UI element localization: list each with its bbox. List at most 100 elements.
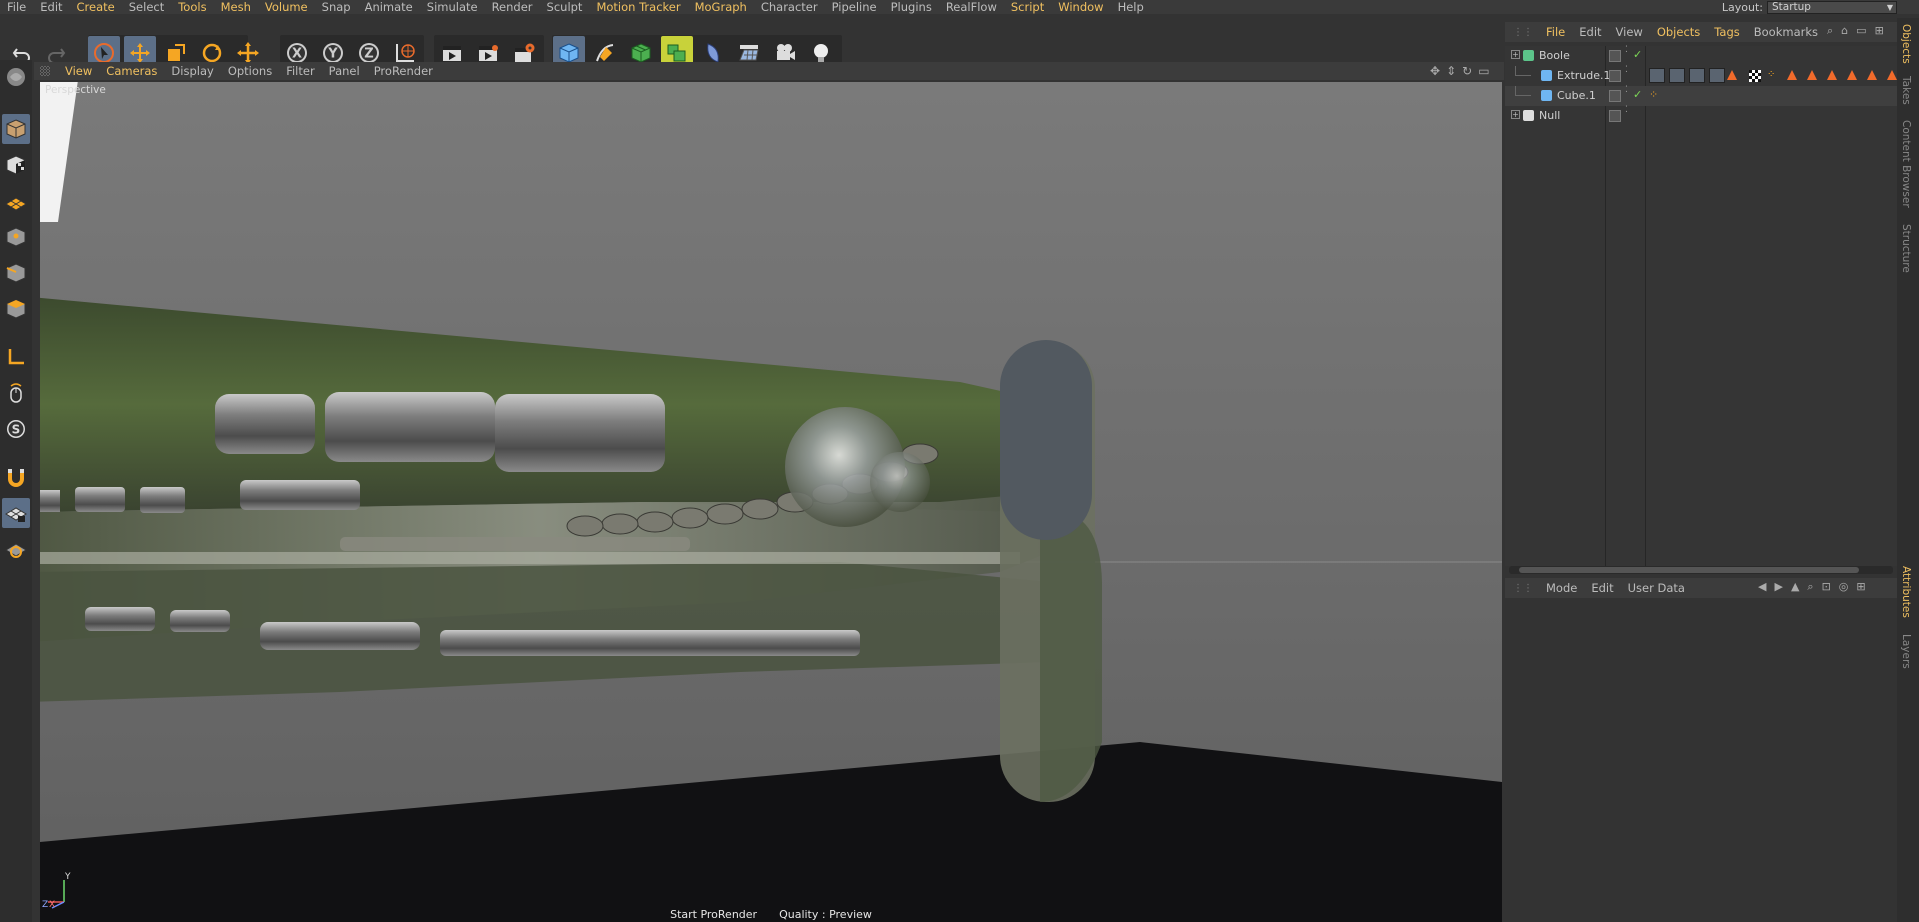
menu-script[interactable]: Script [1004, 0, 1051, 14]
layer-toggle-icon[interactable] [1609, 50, 1621, 62]
object-menu-file[interactable]: File [1539, 25, 1572, 39]
panel-grip-icon[interactable]: ⋮⋮ [1505, 27, 1539, 38]
object-menu-view[interactable]: View [1609, 25, 1650, 39]
object-row[interactable]: Extrude.1 ⁚ ⁘ [1505, 66, 1917, 86]
visibility-dots-icon[interactable]: ⁚ [1625, 66, 1628, 75]
side-tab-content-browser[interactable]: Content Browser [1900, 120, 1912, 208]
viewport-menu-display[interactable]: Display [164, 64, 220, 78]
menu-file[interactable]: File [0, 0, 33, 14]
attribute-menu-user-data[interactable]: User Data [1621, 581, 1692, 595]
polygon-selection-tag-icon[interactable] [1847, 70, 1857, 80]
layer-toggle-icon[interactable] [1609, 70, 1621, 82]
new-window-icon[interactable]: ⊞ [1856, 580, 1865, 594]
polygon-selection-tag-icon[interactable] [1727, 70, 1737, 80]
polygon-selection-tag-icon[interactable] [1887, 70, 1897, 80]
workplane-lock-button[interactable] [2, 498, 30, 528]
layout-dropdown[interactable]: Startup ▼ [1767, 0, 1897, 14]
viewport-menu-view[interactable]: View [58, 64, 99, 78]
object-name[interactable]: Extrude.1 [1557, 69, 1611, 82]
attribute-menu-edit[interactable]: Edit [1584, 581, 1620, 595]
enabled-check-icon[interactable]: ✓ [1633, 88, 1642, 101]
menu-tools[interactable]: Tools [171, 0, 213, 14]
menu-realflow[interactable]: RealFlow [939, 0, 1004, 14]
solo-button[interactable]: S [2, 414, 30, 444]
side-tab-layers[interactable]: Layers [1900, 634, 1912, 669]
viewport-menu-cameras[interactable]: Cameras [99, 64, 164, 78]
search-icon[interactable]: ⌕ [1807, 580, 1813, 594]
object-menu-objects[interactable]: Objects [1650, 25, 1707, 39]
visibility-dots-icon[interactable]: ⁚ [1625, 86, 1628, 95]
material-tag-icon[interactable] [1689, 68, 1705, 83]
menu-create[interactable]: Create [70, 0, 122, 14]
menu-pipeline[interactable]: Pipeline [825, 0, 884, 14]
menu-motion-tracker[interactable]: Motion Tracker [589, 0, 687, 14]
layer-toggle-icon[interactable] [1609, 110, 1621, 122]
menu-simulate[interactable]: Simulate [420, 0, 485, 14]
menu-render[interactable]: Render [485, 0, 540, 14]
object-name[interactable]: Null [1539, 109, 1560, 122]
polygon-selection-tag-icon[interactable] [1807, 70, 1817, 80]
viewport-menu-filter[interactable]: Filter [279, 64, 321, 78]
model-mode-button[interactable] [2, 114, 30, 144]
object-row[interactable]: + Boole ⁚ ✓ [1505, 46, 1897, 66]
object-name[interactable]: Boole [1539, 49, 1570, 62]
make-editable-button[interactable] [2, 62, 30, 92]
visibility-dots-icon[interactable]: ⁚ [1625, 106, 1628, 115]
texture-tag-icon[interactable] [1749, 70, 1761, 82]
scrollbar-thumb[interactable] [1519, 567, 1859, 573]
menu-volume[interactable]: Volume [258, 0, 315, 14]
object-manager-scrollbar[interactable] [1509, 566, 1893, 574]
workplane-button[interactable] [2, 186, 30, 216]
polygons-mode-button[interactable] [2, 294, 30, 324]
object-row[interactable]: Cube.1 ⁚ ✓ ⁘ [1505, 86, 1897, 106]
viewport-canvas[interactable]: Perspective Y Z X Start ProRender Qualit… [40, 82, 1502, 922]
new-window-icon[interactable]: ⊞ [1875, 24, 1884, 38]
viewport-menu-prorender[interactable]: ProRender [367, 64, 440, 78]
menu-character[interactable]: Character [754, 0, 825, 14]
attribute-menu-mode[interactable]: Mode [1539, 581, 1584, 595]
side-tab-takes[interactable]: Takes [1900, 76, 1912, 105]
expand-toggle-icon[interactable]: + [1511, 50, 1520, 59]
start-prorender-button[interactable]: Start ProRender [670, 908, 757, 922]
object-name[interactable]: Cube.1 [1557, 89, 1596, 102]
forward-arrow-icon[interactable]: ▶ [1774, 580, 1782, 594]
panel-grip-icon[interactable]: ⋮⋮ [1505, 583, 1539, 594]
material-tag-icon[interactable] [1709, 68, 1725, 83]
points-mode-button[interactable] [2, 222, 30, 252]
selection-tag-icon[interactable]: ⁘ [1649, 88, 1658, 101]
menu-sculpt[interactable]: Sculpt [540, 0, 590, 14]
material-tag-icon[interactable] [1649, 68, 1665, 83]
locked-workplane-button[interactable] [2, 534, 30, 564]
expand-toggle-icon[interactable]: + [1511, 110, 1520, 119]
tweak-mode-button[interactable] [2, 378, 30, 408]
layer-toggle-icon[interactable] [1609, 90, 1621, 102]
snapping-button[interactable] [2, 462, 30, 492]
menu-edit[interactable]: Edit [33, 0, 69, 14]
enabled-check-icon[interactable]: ✓ [1633, 48, 1642, 61]
lock-icon[interactable]: ⊡ [1822, 580, 1831, 594]
target-icon[interactable]: ◎ [1839, 580, 1849, 594]
menu-help[interactable]: Help [1111, 0, 1151, 14]
object-menu-tags[interactable]: Tags [1707, 25, 1746, 39]
viewport-menu-panel[interactable]: Panel [322, 64, 367, 78]
minimize-icon[interactable]: ▭ [1856, 24, 1866, 38]
polygon-selection-tag-icon[interactable] [1867, 70, 1877, 80]
home-icon[interactable]: ⌂ [1841, 24, 1848, 38]
axis-mode-button[interactable] [2, 342, 30, 372]
search-icon[interactable]: ⌕ [1827, 24, 1833, 38]
pan-icon[interactable]: ✥ [1430, 64, 1440, 78]
polygon-selection-tag-icon[interactable] [1827, 70, 1837, 80]
selection-tag-icon[interactable]: ⁘ [1767, 69, 1775, 80]
edges-mode-button[interactable] [2, 258, 30, 288]
material-tag-icon[interactable] [1669, 68, 1685, 83]
back-arrow-icon[interactable]: ◀ [1758, 580, 1766, 594]
menu-animate[interactable]: Animate [358, 0, 420, 14]
object-menu-bookmarks[interactable]: Bookmarks [1747, 25, 1825, 39]
polygon-selection-tag-icon[interactable] [1787, 70, 1797, 80]
maximize-icon[interactable]: ▭ [1478, 64, 1489, 78]
up-arrow-icon[interactable]: ▲ [1791, 580, 1799, 594]
dolly-icon[interactable]: ⇕ [1446, 64, 1456, 78]
visibility-dots-icon[interactable]: ⁚ [1625, 46, 1628, 55]
texture-mode-button[interactable] [2, 150, 30, 180]
orbit-icon[interactable]: ↻ [1462, 64, 1472, 78]
